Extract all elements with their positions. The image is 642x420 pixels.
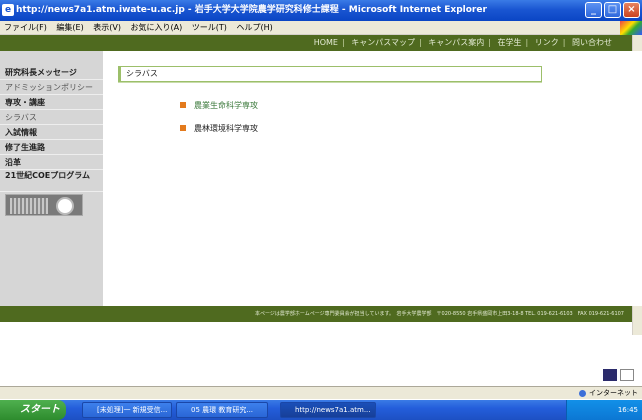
clock: 16:45: [617, 406, 638, 414]
page-title: シラバス: [118, 66, 542, 82]
minimize-button[interactable]: _: [585, 2, 602, 18]
nav-separator: |: [562, 38, 566, 47]
status-icon: [620, 369, 634, 381]
close-button[interactable]: ×: [623, 2, 640, 18]
sidebar-item-coe[interactable]: 21世紀COEプログラム: [0, 170, 103, 192]
menu-tools[interactable]: ツール(T): [192, 23, 227, 32]
major-label-forest-env: 農林環境科学専攻: [194, 124, 258, 133]
menu-favorites[interactable]: お気に入り(A): [131, 23, 183, 32]
nav-links[interactable]: リンク: [535, 38, 559, 47]
nav-campus-map[interactable]: キャンパスマップ: [351, 38, 415, 47]
sidebar-item-majors[interactable]: 専攻・講座: [0, 95, 103, 110]
ie-icon: e: [2, 4, 14, 16]
taskbar-item[interactable]: 05 農環 教育研究...: [176, 402, 268, 418]
coe-banner-logo[interactable]: [5, 194, 83, 216]
sidebar-item-graduates[interactable]: 修了生進路: [0, 140, 103, 155]
page-icons: [603, 369, 634, 381]
menu-help[interactable]: ヘルプ(H): [236, 23, 272, 32]
status-icon: [603, 369, 617, 381]
zone-label: インターネット: [589, 389, 638, 397]
site-footer: 本ページは農学部ホームページ専門委員会が担当しています。 岩手大学農学部 〒02…: [0, 306, 632, 322]
system-tray: 16:45: [566, 400, 642, 420]
nav-separator: |: [488, 38, 491, 47]
security-zone: インターネット: [579, 387, 638, 400]
list-item: 農林環境科学専攻: [180, 124, 258, 147]
nav-students[interactable]: 在学生: [498, 38, 522, 47]
nav-home[interactable]: HOME: [314, 38, 338, 47]
nav-contact[interactable]: 問い合わせ: [572, 38, 612, 47]
taskbar: スタート [未処理]一 新規受信... 05 農環 教育研究... http:/…: [0, 400, 642, 420]
globe-icon: [579, 389, 586, 397]
menu-file[interactable]: ファイル(F): [4, 23, 47, 32]
sidebar-item-admission-policy[interactable]: アドミッションポリシー: [0, 80, 103, 95]
major-list: 農業生命科学専攻 農林環境科学専攻: [180, 101, 258, 147]
window-titlebar[interactable]: e http://news7a1.atm.iwate-u.ac.jp - 岩手大…: [0, 0, 642, 21]
site-top-nav: HOME | キャンパスマップ | キャンパス案内 | 在学生 | リンク | 問い合わせ: [0, 35, 642, 51]
menu-edit[interactable]: 編集(E): [56, 23, 83, 32]
coe-banner-stripes: [10, 198, 48, 214]
major-link-agri-life[interactable]: 農業生命科学専攻: [194, 101, 258, 110]
sidebar-item-message[interactable]: 研究科長メッセージ: [0, 65, 103, 80]
start-button[interactable]: スタート: [0, 400, 66, 420]
sidebar-item-admissions[interactable]: 入試情報: [0, 125, 103, 140]
list-item[interactable]: 農業生命科学専攻: [180, 101, 258, 124]
sidebar-item-history[interactable]: 沿革: [0, 155, 103, 170]
nav-separator: |: [341, 38, 345, 47]
bullet-icon: [180, 102, 186, 108]
bullet-icon: [180, 125, 186, 131]
coe-circle-icon: [56, 197, 74, 215]
nav-campus-guide[interactable]: キャンパス案内: [428, 38, 484, 47]
window-title: http://news7a1.atm.iwate-u.ac.jp - 岩手大学大…: [16, 5, 487, 15]
status-bar: インターネット: [0, 386, 642, 399]
taskbar-item[interactable]: [未処理]一 新規受信...: [82, 402, 172, 418]
sidebar: 研究科長メッセージ アドミッションポリシー 専攻・講座 シラバス 入試情報 修了…: [0, 51, 103, 306]
nav-separator: |: [419, 38, 422, 47]
menubar: ファイル(F) 編集(E) 表示(V) お気に入り(A) ツール(T) ヘルプ(…: [0, 21, 642, 35]
nav-separator: |: [525, 38, 529, 47]
maximize-button[interactable]: □: [604, 2, 621, 18]
main-content: シラバス 農業生命科学専攻 農林環境科学専攻: [103, 51, 642, 306]
sidebar-item-syllabus[interactable]: シラバス: [0, 110, 103, 125]
taskbar-item-active[interactable]: http://news7a1.atm...: [280, 402, 376, 418]
menu-view[interactable]: 表示(V): [93, 23, 121, 32]
window-controls: _ □ ×: [585, 2, 640, 18]
windows-logo-icon: [620, 21, 642, 35]
